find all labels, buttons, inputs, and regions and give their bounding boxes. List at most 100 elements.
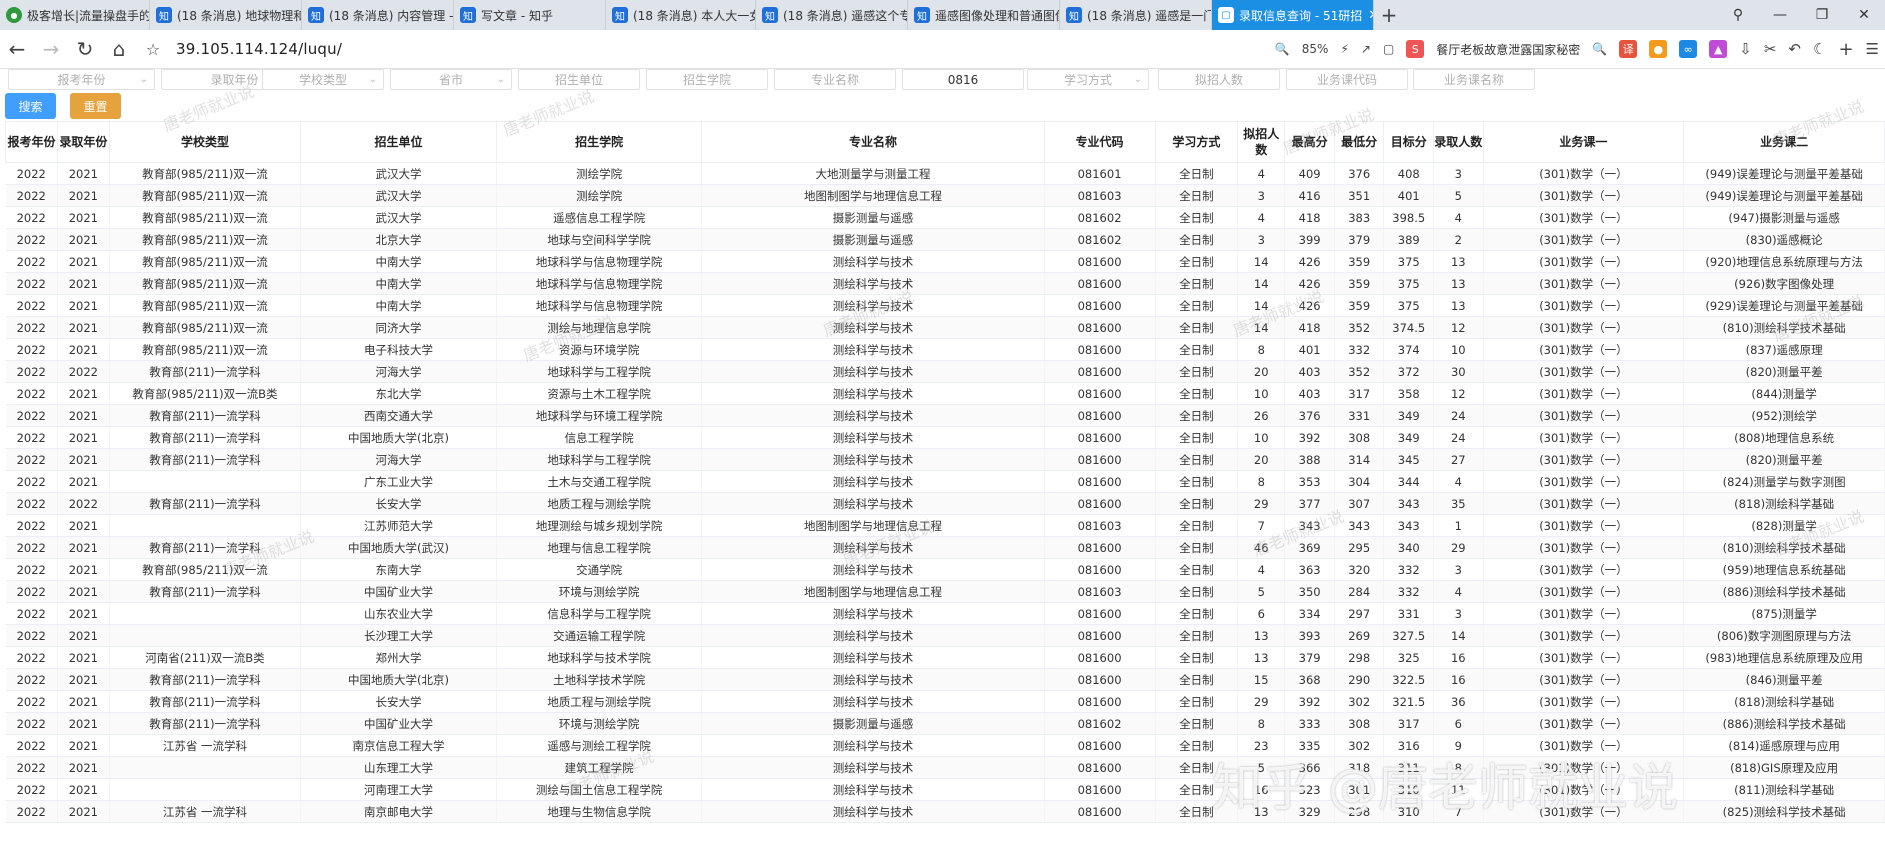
column-header[interactable]: 业务课二 <box>1683 121 1885 163</box>
filter-9[interactable]: 学习方式 ⌄ <box>1027 69 1149 90</box>
browser-tab[interactable]: 知 (18 条消息) 遥感是一门科 <box>1060 0 1212 30</box>
table-row[interactable]: 2022 2021 江苏省 一流学科 南京邮电大学 地理与生物信息学院 测绘科学与技术 08… <box>5 800 1885 823</box>
game-icon[interactable]: ● <box>1649 40 1668 58</box>
table-row[interactable]: 2022 2021 教育部(985/211)双一流 同济大学 测绘与地理信息学院 测绘科学… <box>5 316 1885 339</box>
filter-4[interactable]: 省市 ⌄ <box>390 69 512 90</box>
pin-icon[interactable]: ⚲ <box>1717 0 1759 30</box>
table-row[interactable]: 2022 2021 教育部(985/211)双一流 中南大学 地球科学与信息物理学院 测绘… <box>5 272 1885 295</box>
reset-button[interactable]: 重置 <box>70 93 121 119</box>
search-suggestion[interactable]: 餐厅老板故意泄露国家秘密 <box>1436 41 1580 58</box>
filter-1[interactable]: 报考年份 ⌄ <box>8 69 155 90</box>
column-header[interactable]: 最低分 <box>1333 121 1385 163</box>
column-header[interactable]: 专业名称 <box>701 121 1045 163</box>
flash-icon[interactable]: ⚡ <box>1340 42 1348 56</box>
table-row[interactable]: 2022 2021 广东工业大学 土木与交通工程学院 测绘科学与技术 081600 全日制 8… <box>5 470 1885 493</box>
table-row[interactable]: 2022 2021 教育部(985/211)双一流 电子科技大学 资源与环境学院 测绘科学… <box>5 338 1885 361</box>
undo-icon[interactable]: ↶ <box>1788 40 1801 58</box>
table-row[interactable]: 2022 2021 教育部(211)一流学科 中国地质大学(武汉) 地理与信息工程学院测… <box>5 536 1885 559</box>
search-engine-icon[interactable]: S <box>1406 40 1425 58</box>
search-button[interactable]: 搜索 <box>5 93 56 119</box>
share-icon[interactable]: ↗ <box>1361 42 1371 56</box>
column-header[interactable]: 专业代码 <box>1043 121 1156 163</box>
table-row[interactable]: 2022 2021 教育部(211)一流学科 中国矿业大学 环境与测绘学院 摄影测量与遥感… <box>5 712 1885 735</box>
column-header[interactable]: 报考年份 <box>5 121 58 163</box>
table-cell: 10 <box>1237 382 1286 405</box>
bookmark-star-icon[interactable]: ☆ <box>136 32 170 66</box>
download-icon[interactable]: ⇩ <box>1739 40 1752 58</box>
filter-3[interactable]: 学校类型 ⌄ <box>262 69 384 90</box>
table-row[interactable]: 2022 2021 教育部(985/211)双一流 中南大学 地球科学与信息物理学院 测绘… <box>5 294 1885 317</box>
table-row[interactable]: 2022 2021 河南省(211)双一流B类 郑州大学 地球科学与技术学院 测绘科学与技… <box>5 646 1885 669</box>
browser-tab[interactable]: ▢录取信息查询 - 51研招✕ <box>1212 0 1374 30</box>
filter-8[interactable]: 0816 <box>902 69 1024 90</box>
table-row[interactable]: 2022 2021 教育部(985/211)双一流 中南大学 地球科学与信息物理学院 测绘… <box>5 250 1885 273</box>
url-field[interactable]: 39.105.114.124/luqu/ <box>176 40 342 58</box>
browser-tab[interactable]: 知 (18 条消息) 内容管理 - 知 <box>302 0 454 30</box>
table-row[interactable]: 2022 2021 教育部(211)一流学科 西南交通大学 地球科学与环境工程学院 测绘科… <box>5 404 1885 427</box>
new-tab-plus-icon[interactable]: + <box>1838 39 1853 60</box>
table-row[interactable]: 2022 2021 教育部(985/211)双一流 武汉大学 遥感信息工程学院 摄影测量与… <box>5 206 1885 229</box>
new-tab-button[interactable]: + <box>1374 0 1404 30</box>
table-row[interactable]: 2022 2021 河南理工大学 测绘与国土信息工程学院 测绘科学与技术 081600 全日… <box>5 778 1885 801</box>
column-header[interactable]: 学校类型 <box>108 121 302 163</box>
menu-icon[interactable]: ☰ <box>1866 40 1879 58</box>
table-row[interactable]: 2022 2021 教育部(985/211)双一流B类 东北大学 资源与土木工程学院 测绘… <box>5 382 1885 405</box>
scissors-icon[interactable]: ✂ <box>1764 40 1777 58</box>
table-row[interactable]: 2022 2021 教育部(211)一流学科 中国地质大学(北京) 信息工程学院 测绘科学… <box>5 426 1885 449</box>
table-row[interactable]: 2022 2021 教育部(985/211)双一流 武汉大学 测绘学院 地图制图学与地理信… <box>5 184 1885 207</box>
browser-tab[interactable]: 知 (18 条消息) 地球物理和遥 <box>150 0 302 30</box>
table-row[interactable]: 2022 2021 教育部(985/211)双一流 武汉大学 测绘学院 大地测量学与测量工… <box>5 162 1885 185</box>
forward-icon[interactable]: → <box>34 32 68 66</box>
table-row[interactable]: 2022 2021 山东理工大学 建筑工程学院 测绘科学与技术 081600 全日制 5 366… <box>5 756 1885 779</box>
table-row[interactable]: 2022 2022 教育部(211)一流学科 河海大学 地球科学与工程学院 测绘科学与技术… <box>5 360 1885 383</box>
table-row[interactable]: 2022 2021 山东农业大学 信息科学与工程学院 测绘科学与技术 081600 全日制 6… <box>5 602 1885 625</box>
browser-tab[interactable]: 知 (18 条消息) 遥感这个专业 <box>756 0 908 30</box>
back-icon[interactable]: ← <box>0 32 34 66</box>
minimize-icon[interactable]: — <box>1759 0 1801 30</box>
table-row[interactable]: 2022 2021 长沙理工大学 交通运输工程学院 测绘科学与技术 081600 全日制 13… <box>5 624 1885 647</box>
table-row[interactable]: 2022 2021 教育部(211)一流学科 河海大学 地球科学与工程学院 测绘科学与技术… <box>5 448 1885 471</box>
restore-icon[interactable]: ❐ <box>1801 0 1843 30</box>
table-row[interactable]: 2022 2021 江苏师范大学 地理测绘与城乡规划学院 地图制图学与地理信息工程 081… <box>5 514 1885 537</box>
filter-11[interactable]: 业务课代码 <box>1286 69 1408 90</box>
filter-10[interactable]: 拟招人数 <box>1158 69 1280 90</box>
table-row[interactable]: 2022 2021 教育部(211)一流学科 中国地质大学(北京) 土地科学技术学院 测绘… <box>5 668 1885 691</box>
column-header[interactable]: 招生学院 <box>495 121 703 163</box>
filter-label: 专业名称 <box>810 73 859 87</box>
column-header[interactable]: 学习方式 <box>1154 121 1239 163</box>
table-row[interactable]: 2022 2021 教育部(211)一流学科 长安大学 地质工程与测绘学院 测绘科学与技术… <box>5 690 1885 713</box>
column-header[interactable]: 业务课一 <box>1482 121 1685 163</box>
browser-tab[interactable]: 知遥感图像处理和普通图像 <box>908 0 1060 30</box>
table-cell: (301)数学（一） <box>1483 514 1685 537</box>
close-window-icon[interactable]: ✕ <box>1843 0 1885 30</box>
column-header[interactable]: 录取人数 <box>1433 121 1484 163</box>
table-row[interactable]: 2022 2021 江苏省 一流学科 南京信息工程大学 遥感与测绘工程学院 测绘科学与技术… <box>5 734 1885 757</box>
read-mode-icon[interactable]: ▢ <box>1383 42 1394 56</box>
translate-icon[interactable]: 译 <box>1619 40 1638 58</box>
extension-icon[interactable]: ▲ <box>1709 40 1728 58</box>
column-header[interactable]: 招生单位 <box>300 121 497 163</box>
filter-6[interactable]: 招生学院 <box>646 69 768 90</box>
night-mode-icon[interactable]: ☾ <box>1813 40 1826 58</box>
table-cell: 12 <box>1433 382 1484 405</box>
column-header[interactable]: 目标分 <box>1383 121 1435 163</box>
column-header[interactable]: 拟招人数 <box>1237 121 1286 163</box>
table-row[interactable]: 2022 2021 教育部(985/211)双一流 东南大学 交通学院 测绘科学与技术 08… <box>5 558 1885 581</box>
search-icon[interactable]: 🔍 <box>1592 42 1607 56</box>
table-row[interactable]: 2022 2022 教育部(211)一流学科 长安大学 地质工程与测绘学院 测绘科学与技术… <box>5 492 1885 515</box>
browser-tab[interactable]: 知 (18 条消息) 本人大一女, <box>606 0 756 30</box>
column-header[interactable]: 最高分 <box>1284 121 1335 163</box>
filter-12[interactable]: 业务课名称 <box>1413 69 1535 90</box>
zoom-level[interactable]: 85% <box>1302 42 1329 56</box>
filter-5[interactable]: 招生单位 <box>518 69 640 90</box>
filter-7[interactable]: 专业名称 <box>774 69 896 90</box>
infinity-icon[interactable]: ∞ <box>1679 40 1698 58</box>
table-row[interactable]: 2022 2021 教育部(985/211)双一流 北京大学 地球与空间科学学院 摄影测量… <box>5 228 1885 251</box>
column-header[interactable]: 录取年份 <box>56 121 110 163</box>
browser-tab[interactable]: 知写文章 - 知乎 <box>454 0 606 30</box>
reload-icon[interactable]: ↻ <box>68 32 102 66</box>
home-icon[interactable]: ⌂ <box>102 32 136 66</box>
browser-tab[interactable]: ● 极客增长|流量操盘手的必 <box>0 0 150 30</box>
table-row[interactable]: 2022 2021 教育部(211)一流学科 中国矿业大学 环境与测绘学院 地图制图学与地… <box>5 580 1885 603</box>
zoom-icon[interactable]: 🔍 <box>1275 42 1290 56</box>
